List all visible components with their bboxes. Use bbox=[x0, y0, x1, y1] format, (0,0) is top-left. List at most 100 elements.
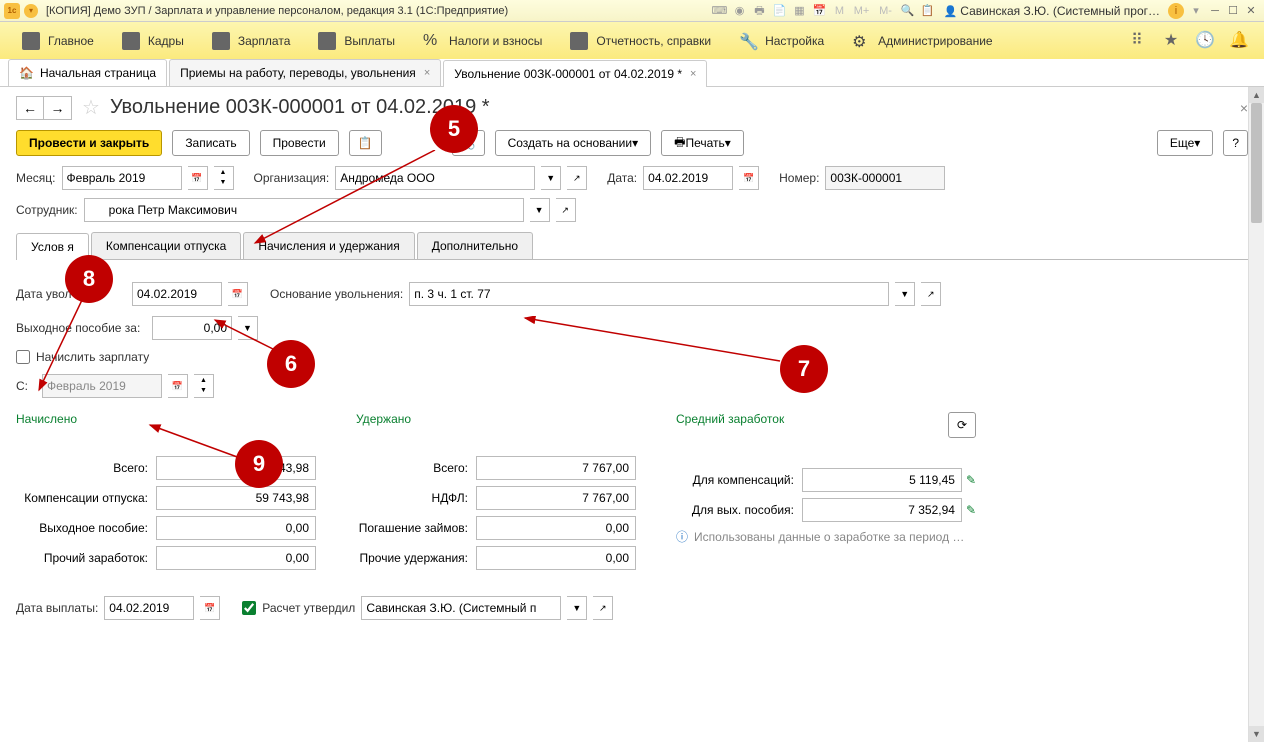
nav-reports[interactable]: Отчетность, справки bbox=[556, 22, 725, 59]
zoom-icon[interactable]: 🔍 bbox=[900, 3, 916, 19]
create-on-button[interactable]: Создать на основании ▾ bbox=[495, 130, 652, 156]
doc-icon[interactable]: 📄 bbox=[772, 3, 788, 19]
refresh-button[interactable]: ⟳ bbox=[948, 412, 976, 438]
favorite-icon[interactable]: ☆ bbox=[82, 95, 100, 120]
dropdown-icon[interactable]: ▼ bbox=[567, 596, 587, 620]
nav-taxes[interactable]: %Налоги и взносы bbox=[409, 22, 556, 59]
tab-dismissal[interactable]: Увольнение 00ЗК-000001 от 04.02.2019 *× bbox=[443, 60, 707, 87]
titlebar: 1c ▾ [КОПИЯ] Демо ЗУП / Зарплата и управ… bbox=[0, 0, 1264, 22]
from-input[interactable] bbox=[42, 374, 162, 398]
tab-bar: 🏠 Начальная страница Приемы на работу, п… bbox=[0, 59, 1264, 87]
info-icon[interactable]: ⓘ bbox=[676, 528, 688, 545]
grid-icon[interactable]: ▦ bbox=[792, 3, 808, 19]
scroll-down-icon[interactable]: ▼ bbox=[1249, 726, 1264, 742]
calendar-icon[interactable]: 📅 bbox=[188, 166, 208, 190]
org-input[interactable] bbox=[335, 166, 535, 190]
scrollbar[interactable]: ▲ ▼ bbox=[1248, 87, 1264, 742]
edit-icon[interactable]: ✎ bbox=[966, 473, 976, 487]
nav-payments[interactable]: Выплаты bbox=[304, 22, 409, 59]
mminus-icon[interactable]: M- bbox=[876, 3, 896, 19]
tab-home[interactable]: 🏠 Начальная страница bbox=[8, 59, 167, 86]
month-input[interactable] bbox=[62, 166, 182, 190]
nav-hr[interactable]: Кадры bbox=[108, 22, 198, 59]
nav-main[interactable]: Главное bbox=[8, 22, 108, 59]
maximize-icon[interactable]: ☐ bbox=[1225, 3, 1241, 19]
window-title: [КОПИЯ] Демо ЗУП / Зарплата и управление… bbox=[46, 5, 508, 17]
tab-conditions[interactable]: Услов я bbox=[16, 233, 89, 260]
info-icon[interactable]: i bbox=[1168, 3, 1184, 19]
bell-icon[interactable]: 🔔 bbox=[1228, 30, 1250, 52]
edit-icon[interactable]: ✎ bbox=[966, 503, 976, 517]
avg-comp-value: 5 119,45 bbox=[802, 468, 962, 492]
approved-input[interactable] bbox=[361, 596, 561, 620]
save-button[interactable]: Записать bbox=[172, 130, 249, 156]
paydate-input[interactable] bbox=[104, 596, 194, 620]
nav-settings[interactable]: 🔧Настройка bbox=[725, 22, 838, 59]
doc-action-button[interactable]: 📋 bbox=[349, 130, 382, 156]
nav-icon[interactable]: ◉ bbox=[732, 3, 748, 19]
open-icon[interactable]: ↗ bbox=[593, 596, 613, 620]
calc-icon[interactable]: ⌨ bbox=[712, 3, 728, 19]
dropdown-icon[interactable]: ▾ bbox=[1188, 3, 1204, 19]
page-close-icon[interactable]: × bbox=[1240, 100, 1248, 116]
calendar-icon[interactable]: 📅 bbox=[812, 3, 828, 19]
tab-close-icon[interactable]: × bbox=[690, 68, 696, 80]
post-close-button[interactable]: Провести и закрыть bbox=[16, 130, 162, 156]
org-label: Организация: bbox=[254, 171, 330, 185]
back-button[interactable]: ← bbox=[16, 96, 44, 120]
news-icon[interactable]: 📋 bbox=[920, 3, 936, 19]
spinner-icon[interactable]: ▲▼ bbox=[214, 166, 234, 190]
severance-input[interactable] bbox=[152, 316, 232, 340]
print-button[interactable]: 🖶 Печать ▾ bbox=[661, 130, 744, 156]
scroll-thumb[interactable] bbox=[1251, 103, 1262, 223]
date-input[interactable] bbox=[643, 166, 733, 190]
calendar-icon[interactable]: 📅 bbox=[739, 166, 759, 190]
wother-value: 0,00 bbox=[476, 546, 636, 570]
callout-8: 8 bbox=[65, 255, 113, 303]
forward-button[interactable]: → bbox=[44, 96, 72, 120]
calendar-icon[interactable]: 📅 bbox=[168, 374, 188, 398]
accrue-salary-label: Начислить зарплату bbox=[36, 350, 149, 364]
money-icon bbox=[318, 32, 336, 50]
open-icon[interactable]: ↗ bbox=[567, 166, 587, 190]
scroll-up-icon[interactable]: ▲ bbox=[1249, 87, 1264, 103]
calendar-icon[interactable]: 📅 bbox=[228, 282, 248, 306]
tab-close-icon[interactable]: × bbox=[424, 67, 430, 79]
num-input[interactable] bbox=[825, 166, 945, 190]
more-button[interactable]: Еще ▾ bbox=[1157, 130, 1213, 156]
dropdown-icon[interactable]: ▼ bbox=[530, 198, 550, 222]
m-icon[interactable]: M bbox=[832, 3, 848, 19]
dismiss-date-input[interactable] bbox=[132, 282, 222, 306]
nav-salary[interactable]: Зарплата bbox=[198, 22, 305, 59]
calendar-icon[interactable]: 📅 bbox=[200, 596, 220, 620]
severance-label: Выходное пособие за: bbox=[16, 321, 146, 335]
dropdown-icon[interactable]: ▼ bbox=[238, 316, 258, 340]
open-icon[interactable]: ↗ bbox=[556, 198, 576, 222]
employee-input[interactable] bbox=[84, 198, 524, 222]
mplus-icon[interactable]: M+ bbox=[852, 3, 872, 19]
tab-additional[interactable]: Дополнительно bbox=[417, 232, 533, 259]
reason-input[interactable] bbox=[409, 282, 889, 306]
tab-accruals[interactable]: Начисления и удержания bbox=[243, 232, 414, 259]
spinner-icon[interactable]: ▲▼ bbox=[194, 374, 214, 398]
tab-hires[interactable]: Приемы на работу, переводы, увольнения× bbox=[169, 59, 441, 86]
open-icon[interactable]: ↗ bbox=[921, 282, 941, 306]
user-label[interactable]: 👤 Савинская З.Ю. (Системный прог… bbox=[944, 4, 1161, 18]
close-icon[interactable]: ✕ bbox=[1243, 3, 1259, 19]
app-menu-dropdown[interactable]: ▾ bbox=[24, 4, 38, 18]
nav-admin[interactable]: ⚙Администрирование bbox=[838, 22, 1006, 59]
approved-checkbox[interactable] bbox=[242, 601, 256, 615]
help-button[interactable]: ? bbox=[1223, 130, 1248, 156]
accrue-salary-checkbox[interactable] bbox=[16, 350, 30, 364]
avg-sev-value: 7 352,94 bbox=[802, 498, 962, 522]
toolbar: Провести и закрыть Записать Провести 📋 📎… bbox=[16, 130, 1248, 156]
print-icon[interactable]: 🖶 bbox=[752, 3, 768, 19]
star-icon[interactable]: ★ bbox=[1160, 30, 1182, 52]
post-button[interactable]: Провести bbox=[260, 130, 339, 156]
dropdown-icon[interactable]: ▼ bbox=[541, 166, 561, 190]
history-icon[interactable]: 🕓 bbox=[1194, 30, 1216, 52]
dropdown-icon[interactable]: ▼ bbox=[895, 282, 915, 306]
minimize-icon[interactable]: ─ bbox=[1207, 3, 1223, 19]
tab-vacation-comp[interactable]: Компенсации отпуска bbox=[91, 232, 241, 259]
apps-icon[interactable]: ⠿ bbox=[1126, 30, 1148, 52]
